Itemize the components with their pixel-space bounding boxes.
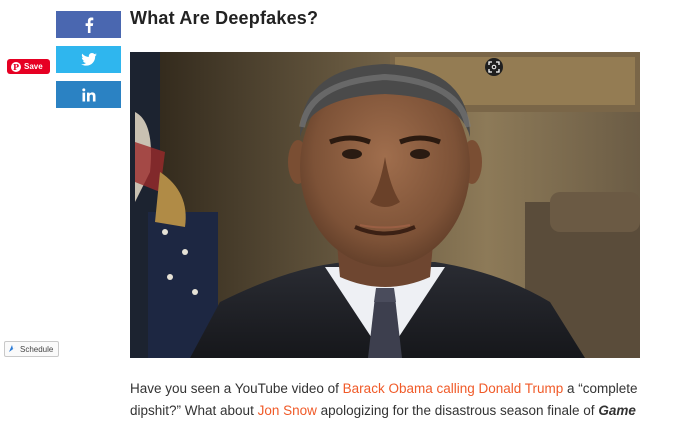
video-frame-image [130,52,640,358]
pinterest-save-label: Save [24,62,43,71]
jon-snow-link[interactable]: Jon Snow [258,403,317,418]
article-title: What Are Deepfakes? [130,8,319,28]
article-paragraph: Have you seen a YouTube video of Barack … [130,378,650,422]
paragraph-emphasis: Game [598,403,636,418]
facebook-share-button[interactable] [56,11,121,38]
schedule-button[interactable]: Schedule [4,341,60,357]
schedule-icon [8,344,17,355]
schedule-label: Schedule [20,344,54,354]
linkedin-share-button[interactable] [56,81,121,108]
twitter-share-button[interactable] [56,46,121,73]
pinterest-save-button[interactable]: P Save [7,59,50,74]
pinterest-icon: P [11,61,21,72]
facebook-icon [84,17,94,33]
linkedin-icon [81,87,96,102]
expand-icon[interactable] [485,58,503,76]
paragraph-text-1: Have you seen a YouTube video of [130,381,343,396]
video-player[interactable] [130,52,640,358]
paragraph-text-3: apologizing for the disastrous season fi… [316,403,599,418]
twitter-icon [80,53,97,66]
barack-obama-link[interactable]: Barack Obama calling Donald Trump [343,381,564,396]
